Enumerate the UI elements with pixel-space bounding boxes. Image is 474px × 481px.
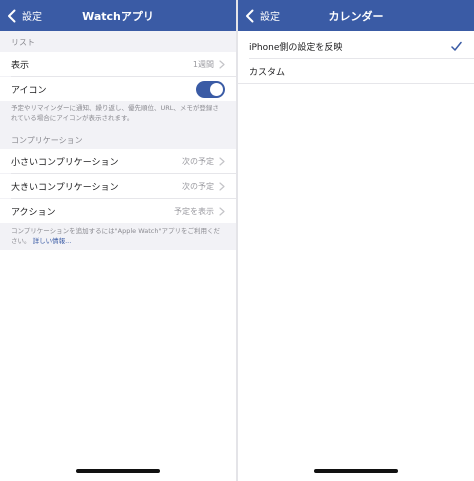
calendar-screen: 設定 カレンダー iPhone側の設定を反映 カスタム	[238, 0, 474, 481]
navigation-bar: 設定 カレンダー	[238, 0, 474, 31]
reflect-iphone-settings-label: iPhone側の設定を反映	[249, 42, 343, 53]
icon-setting-row: アイコン	[0, 77, 236, 101]
learn-more-link[interactable]: 詳しい情報...	[33, 237, 72, 245]
icon-toggle-switch[interactable]	[196, 81, 225, 98]
small-complication-row[interactable]: 小さいコンプリケーション 次の予定	[0, 149, 236, 173]
small-complication-label: 小さいコンプリケーション	[11, 157, 119, 168]
section-header-list: リスト	[11, 38, 35, 47]
small-complication-value: 次の予定	[182, 156, 214, 166]
checkmark-icon	[451, 41, 462, 51]
chevron-right-icon	[219, 59, 225, 69]
action-row[interactable]: アクション 予定を表示	[0, 199, 236, 223]
icon-footer-note: 予定やリマインダーに通知、繰り返し、優先順位、URL、メモが登録されている場合に…	[11, 104, 219, 122]
app-root: 設定 Watchアプリ リスト 表示 1週間 アイコン 予定やリマインダーに通知…	[0, 0, 474, 481]
home-indicator	[314, 469, 398, 473]
large-complication-value: 次の予定	[182, 181, 214, 191]
display-period-value: 1週間	[192, 59, 214, 69]
chevron-right-icon	[219, 181, 225, 191]
back-button[interactable]: 設定	[244, 0, 280, 31]
action-value: 予定を表示	[174, 206, 214, 216]
icon-setting-label: アイコン	[11, 85, 47, 96]
display-period-row[interactable]: 表示 1週間	[0, 52, 236, 76]
toggle-knob	[210, 83, 223, 96]
back-button[interactable]: 設定	[6, 0, 42, 31]
custom-label: カスタム	[249, 67, 286, 78]
large-complication-label: 大きいコンプリケーション	[11, 182, 119, 193]
custom-row[interactable]: カスタム	[238, 59, 474, 83]
navigation-bar: 設定 Watchアプリ	[0, 0, 236, 31]
chevron-left-icon	[8, 9, 16, 22]
row-separator	[238, 83, 474, 84]
chevron-left-icon	[246, 9, 254, 22]
chevron-right-icon	[219, 156, 225, 166]
large-complication-row[interactable]: 大きいコンプリケーション 次の予定	[0, 174, 236, 198]
action-label: アクション	[11, 207, 56, 218]
watch-app-screen: 設定 Watchアプリ リスト 表示 1週間 アイコン 予定やリマインダーに通知…	[0, 0, 236, 481]
complication-footer-note: コンプリケーションを追加するには"Apple Watch"アプリをご利用ください…	[11, 227, 225, 246]
back-label: 設定	[22, 12, 42, 23]
home-indicator	[76, 469, 160, 473]
back-label: 設定	[260, 12, 280, 23]
display-period-label: 表示	[11, 60, 30, 71]
reflect-iphone-settings-row[interactable]: iPhone側の設定を反映	[238, 34, 474, 58]
chevron-right-icon	[219, 206, 225, 216]
section-header-complication: コンプリケーション	[11, 136, 83, 145]
